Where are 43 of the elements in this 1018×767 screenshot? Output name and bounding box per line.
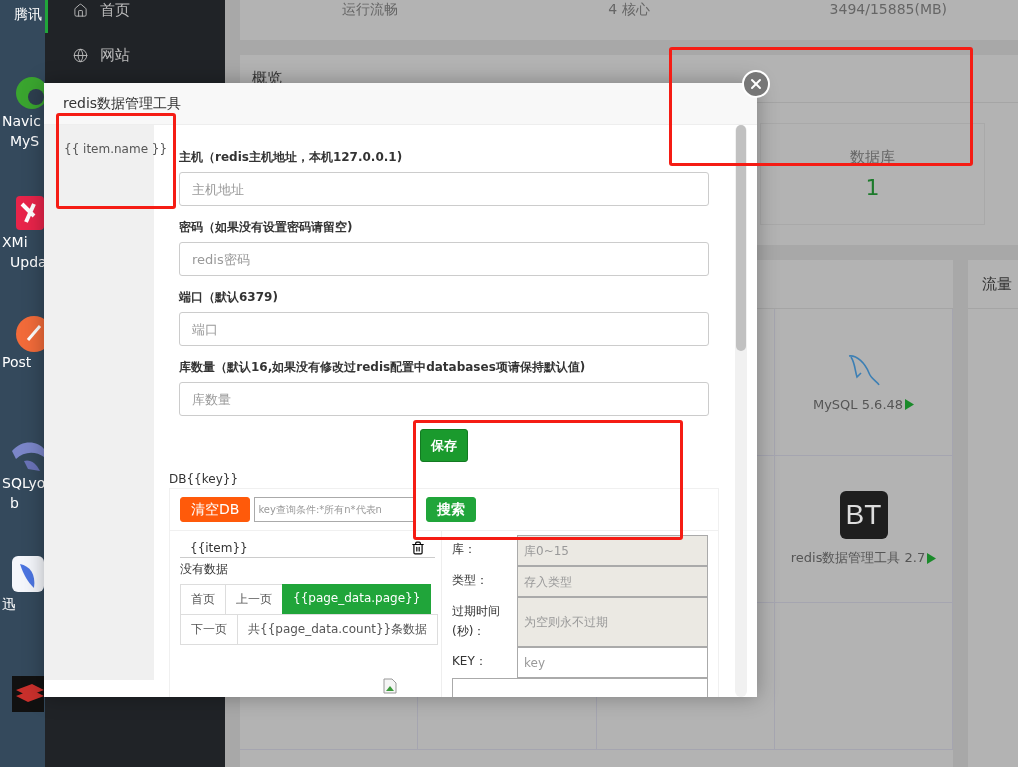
input-field[interactable]: 端口 (179, 312, 709, 346)
section-title: DB{{key}} (169, 472, 240, 486)
field-label: 端口（默认6379) (179, 289, 279, 306)
pager-item[interactable]: 共{{page_data.count}}条数据 (237, 614, 439, 645)
input-field: 为空则永不过期 (517, 597, 708, 647)
sidebar-item[interactable]: {{ item.name }} (64, 142, 168, 156)
field-label: 过期时间(秒)： (452, 603, 501, 640)
icon-label: MyS (10, 131, 40, 151)
field-label: 库数量（默认16,如果没有修改过redis配置中databases项请保持默认值) (179, 359, 587, 376)
stat-text: 3494/15885(MB) (828, 1, 949, 17)
key-row[interactable]: {{item}} (180, 539, 435, 558)
pager-item[interactable]: 首页 (180, 584, 226, 615)
input-field[interactable]: redis密码 (179, 242, 709, 276)
icon-label: 迅 (2, 594, 16, 614)
icon-label: b (10, 493, 19, 513)
card-title: 流量 (982, 274, 1012, 294)
icon-label: Post (2, 353, 32, 373)
icon-label: 腾讯 (14, 5, 42, 24)
icon-label: Navic (2, 111, 41, 131)
field-label: 类型： (452, 572, 489, 589)
input-field[interactable]: 主机地址 (179, 172, 709, 206)
field-label: 主机（redis主机地址，本机127.0.0.1) (179, 149, 404, 166)
input-field[interactable]: key (517, 647, 708, 678)
dialog-title: redis数据管理工具 (63, 94, 182, 113)
pager-item[interactable]: 下一页 (180, 614, 238, 645)
input-field[interactable]: 库数量 (179, 382, 709, 416)
field-label: 库： (452, 541, 477, 558)
empty-text: 没有数据 (180, 561, 229, 578)
stat-label: 数据库 (850, 148, 895, 167)
logo: BT (839, 491, 888, 539)
software-name[interactable]: MySQL 5.6.48 (812, 396, 915, 412)
stat-text: 4 核心 (607, 1, 651, 19)
field-label: KEY： (452, 653, 488, 670)
stat-value: 1 (865, 175, 880, 200)
nav-item[interactable]: 网站 (45, 33, 225, 78)
stat-text: 运行流畅 (340, 1, 399, 19)
key-text: {{item}} (190, 541, 248, 555)
icon-label: SQLyo (2, 473, 45, 493)
icon-label: XMi (2, 232, 28, 252)
software-name[interactable]: redis数据管理工具 2.7 (790, 549, 937, 567)
input-field: 存入类型 (517, 566, 708, 597)
field-label: 密码（如果没有设置密码请留空) (179, 219, 354, 236)
save-button[interactable]: 保存 (420, 429, 468, 462)
